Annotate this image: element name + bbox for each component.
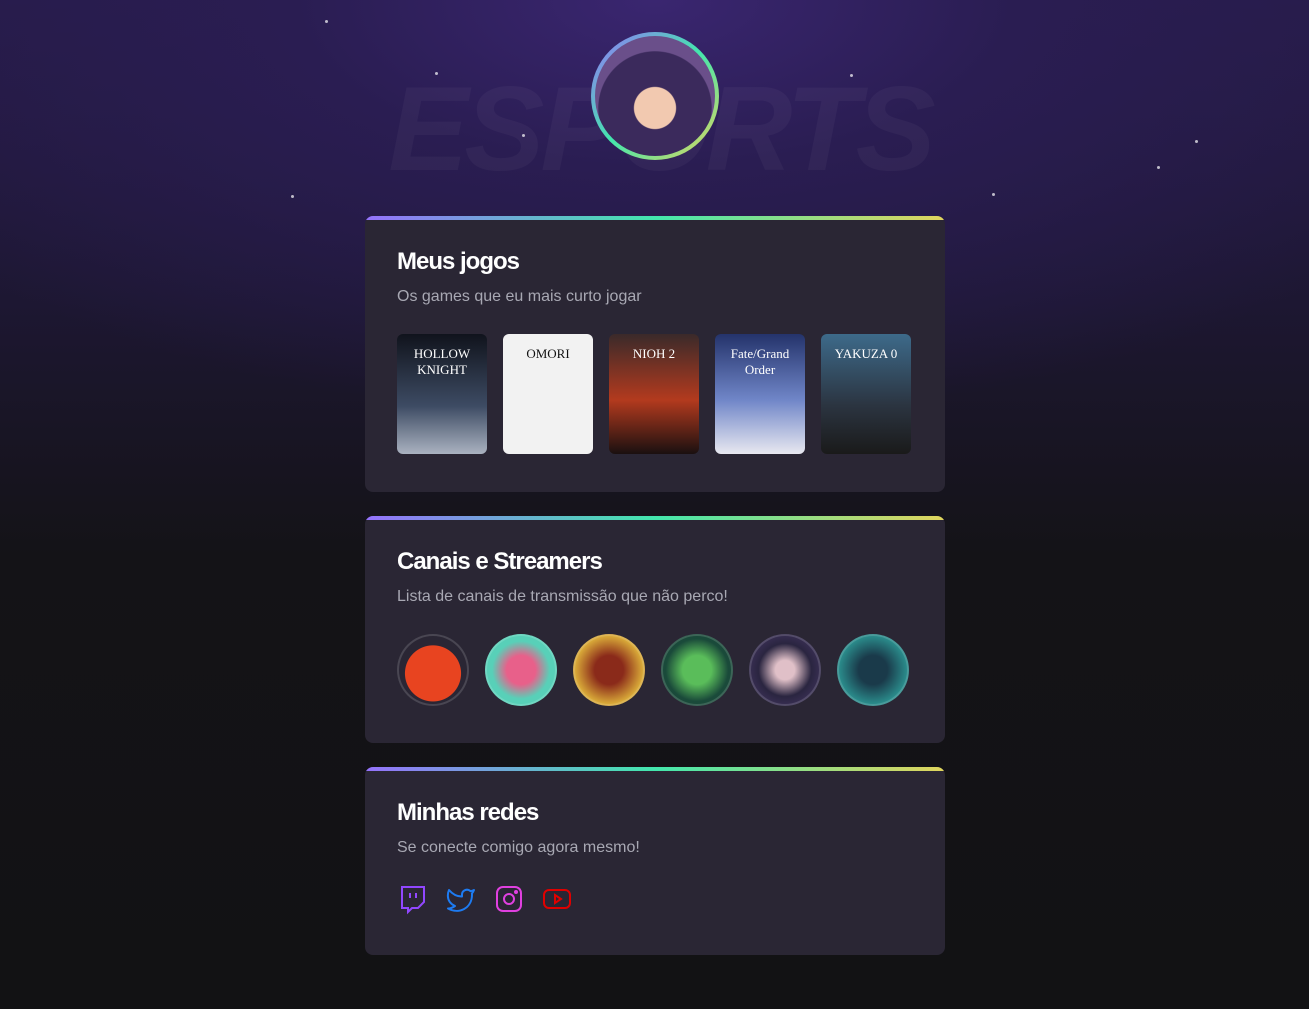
social-subtitle: Se conecte comigo agora mesmo! xyxy=(397,839,640,856)
game-cover[interactable]: HOLLOW KNIGHT xyxy=(397,334,487,454)
streamers-card: Canais e Streamers Lista de canais de tr… xyxy=(365,516,945,743)
game-cover[interactable]: OMORI xyxy=(503,334,593,454)
streamers-title: Canais e Streamers xyxy=(397,548,603,575)
streamer-avatar[interactable] xyxy=(749,634,821,706)
games-card: Meus jogos Os games que eu mais curto jo… xyxy=(365,216,945,492)
instagram-icon[interactable] xyxy=(493,883,525,915)
twitter-icon[interactable] xyxy=(445,883,477,915)
game-cover[interactable]: YAKUZA 0 xyxy=(821,334,911,454)
streamers-list xyxy=(397,634,913,706)
streamer-avatar[interactable] xyxy=(485,634,557,706)
streamer-avatar[interactable] xyxy=(573,634,645,706)
games-title: Meus jogos xyxy=(397,248,520,275)
game-cover[interactable]: NIOH 2 xyxy=(609,334,699,454)
social-links xyxy=(397,883,913,915)
social-title: Minhas redes xyxy=(397,799,539,826)
profile-avatar xyxy=(591,32,719,160)
streamer-avatar[interactable] xyxy=(661,634,733,706)
avatar-image xyxy=(595,36,715,156)
streamer-avatar[interactable] xyxy=(837,634,909,706)
streamers-subtitle: Lista de canais de transmissão que não p… xyxy=(397,588,728,605)
games-list: HOLLOW KNIGHT OMORI NIOH 2 Fate/Grand Order… xyxy=(397,334,913,454)
games-subtitle: Os games que eu mais curto jogar xyxy=(397,288,642,305)
twitch-icon[interactable] xyxy=(397,883,429,915)
game-cover[interactable]: Fate/Grand Order xyxy=(715,334,805,454)
social-card: Minhas redes Se conecte comigo agora mes… xyxy=(365,767,945,955)
youtube-icon[interactable] xyxy=(541,883,573,915)
streamer-avatar[interactable] xyxy=(397,634,469,706)
